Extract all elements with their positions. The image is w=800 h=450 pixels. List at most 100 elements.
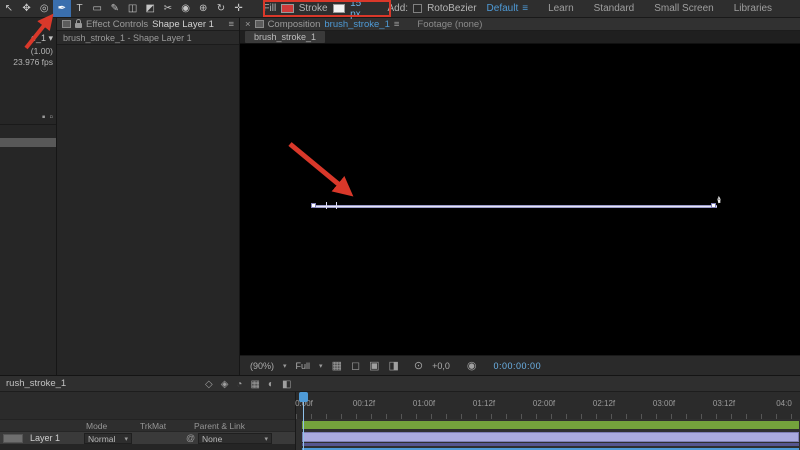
layer-duration-bar[interactable] [302,432,799,442]
framerate-fragment: 23.976 fps [13,57,53,67]
comp-name-fragment[interactable]: e_1 ▾ [31,33,53,44]
path-tick [326,202,327,209]
workspace-standard[interactable]: Standard [584,3,645,14]
roto-brush-tool[interactable]: ✂ [159,0,177,17]
pen-cursor-icon: ✒ [714,194,727,205]
ruler-label: 01:12f [472,399,496,408]
pan-behind-tool[interactable]: ✛ [230,0,248,17]
rotobezier-label[interactable]: RotoBezier [427,3,476,14]
project-panel-strip: e_1 ▾ (1.00) 23.976 fps ▪ ▫ [0,18,57,375]
workspace-default[interactable]: Default ≡ [477,3,539,14]
mask-visibility-icon[interactable]: ◻ [351,359,360,372]
mini-flowchart-icon[interactable]: ◇ [205,379,213,390]
grid-guides-icon[interactable]: ▦ [332,359,342,372]
graph-editor-icon[interactable]: ◧ [282,379,291,390]
workspace-bar: Default ≡ Learn Standard Small Screen Li… [477,3,800,14]
composition-menu-icon[interactable]: ≡ [394,19,400,30]
resolution-value[interactable]: Full [296,361,311,371]
tool-bar: ↖ ✥ ◎ ✒ T ▭ ✎ ◫ ◩ ✂ ◉ ⊕ ↻ ✛ Fill Stroke … [0,0,800,20]
column-mode: Mode [86,421,108,431]
workspace-libraries[interactable]: Libraries [724,3,782,14]
clone-stamp-tool[interactable]: ◫ [124,0,142,17]
after-effects-window: ↖ ✥ ◎ ✒ T ▭ ✎ ◫ ◩ ✂ ◉ ⊕ ↻ ✛ Fill Stroke … [0,0,800,450]
timeline-tab[interactable]: rush_stroke_1 [0,378,72,389]
chevron-down-icon: ▾ [264,435,268,443]
rotobezier-checkbox[interactable] [413,4,423,13]
ruler-label: 03:12f [712,399,736,408]
panel-icon [62,20,71,28]
timeline-header: rush_stroke_1 ◇ ◈ ◔ ▦ ◐ ◧ [0,376,800,392]
draft-3d-icon[interactable]: ◈ [221,379,229,390]
fill-swatch[interactable] [281,4,294,13]
layer-name[interactable]: Layer 1 [30,433,60,443]
type-tool[interactable]: T [71,0,89,17]
motion-blur-icon[interactable]: ◐ [268,379,274,390]
layer-row[interactable]: Layer 1 Normal ▾ @ None ▾ [0,431,295,444]
effect-controls-tab[interactable]: Effect Controls Shape Layer 1 ≡ [57,18,239,31]
hand-tool[interactable]: ✥ [18,0,36,17]
chevron-down-icon: ▾ [124,435,128,443]
workspace-small-screen[interactable]: Small Screen [644,3,723,14]
frame-blending-icon[interactable]: ▦ [250,379,259,390]
ruler-label: 02:00f [532,399,556,408]
effect-controls-target: Shape Layer 1 [152,18,214,30]
close-tab-icon[interactable]: × [245,19,251,30]
layer-color-chip[interactable] [3,434,23,443]
stroke-swatch[interactable] [332,4,346,13]
timeline-column-headers: Mode TrkMat Parent & Link [0,419,295,431]
column-parent-link: Parent & Link [194,421,246,431]
path-tick [336,202,337,209]
stroke-label[interactable]: Stroke [299,3,328,14]
brush-tool[interactable]: ✎ [106,0,124,17]
lock-icon[interactable] [75,19,82,28]
zoom-tool[interactable]: ◎ [35,0,53,17]
resolution-dropdown-icon[interactable]: ▾ [319,362,323,370]
footage-tab[interactable]: Footage (none) [417,19,482,30]
flowchart-mini-icon[interactable]: ▫ [49,112,53,123]
puppet-pin-tool[interactable]: ◉ [177,0,195,17]
panel-icon [254,20,264,28]
snapshot-camera-icon[interactable]: ◉ [467,359,477,372]
parent-pickwhip-icon[interactable]: @ [186,433,195,443]
panel-menu-icon[interactable]: ≡ [228,19,234,30]
exposure-icon[interactable]: ⊙ [414,359,423,372]
camera-tool[interactable]: ⊕ [194,0,212,17]
current-timecode[interactable]: 0:00:00:00 [494,361,542,371]
path-vertex-start[interactable] [311,203,316,208]
rotate-tool[interactable]: ↻ [212,0,230,17]
ruler-label: 03:00f [652,399,676,408]
parent-dropdown[interactable]: None ▾ [198,433,272,444]
composition-panel: × Composition brush_stroke_1 ≡ Footage (… [240,18,800,375]
eraser-tool[interactable]: ◩ [141,0,159,17]
rectangle-tool[interactable]: ▭ [88,0,106,17]
exposure-value[interactable]: +0,0 [432,361,450,371]
timeline-panel: rush_stroke_1 ◇ ◈ ◔ ▦ ◐ ◧ Mode TrkMat Pa… [0,375,800,450]
current-time-indicator[interactable] [299,392,308,450]
composition-name[interactable]: brush_stroke_1 [324,19,389,30]
pixel-aspect-fragment: (1.00) [30,46,53,56]
composition-tab-label[interactable]: Composition [268,19,321,30]
parent-value: None [202,433,223,444]
fill-stroke-controls: Fill Stroke 15 px [263,0,373,20]
selection-tool[interactable]: ↖ [0,0,18,17]
pen-tool[interactable]: ✒ [53,0,71,17]
channels-icon[interactable]: ◨ [389,359,399,372]
time-ruler[interactable]: 0:00f 00:12f 01:00f 01:12f 02:00f 02:12f… [295,392,800,419]
composition-canvas[interactable]: ✒ [240,44,800,355]
zoom-dropdown-icon[interactable]: ▾ [283,362,287,370]
viewer-tab-bar: brush_stroke_1 [240,31,800,44]
workspace-menu-icon[interactable]: ≡ [522,3,528,14]
track-area [295,419,800,450]
hide-shy-icon[interactable]: ◔ [236,379,242,390]
stroke-width-value[interactable]: 15 px [350,0,373,20]
comp-mini-icon[interactable]: ▪ [42,112,46,123]
selected-item-row[interactable] [0,138,56,147]
zoom-level[interactable]: (90%) [250,361,274,371]
region-of-interest-icon[interactable]: ▣ [369,359,379,372]
fill-label[interactable]: Fill [263,3,276,14]
workspace-learn[interactable]: Learn [538,3,584,14]
viewer-tab[interactable]: brush_stroke_1 [245,31,326,43]
annotation-arrow-stroke [288,142,354,197]
blend-mode-dropdown[interactable]: Normal ▾ [84,433,132,444]
effect-controls-title: Effect Controls [86,18,149,30]
